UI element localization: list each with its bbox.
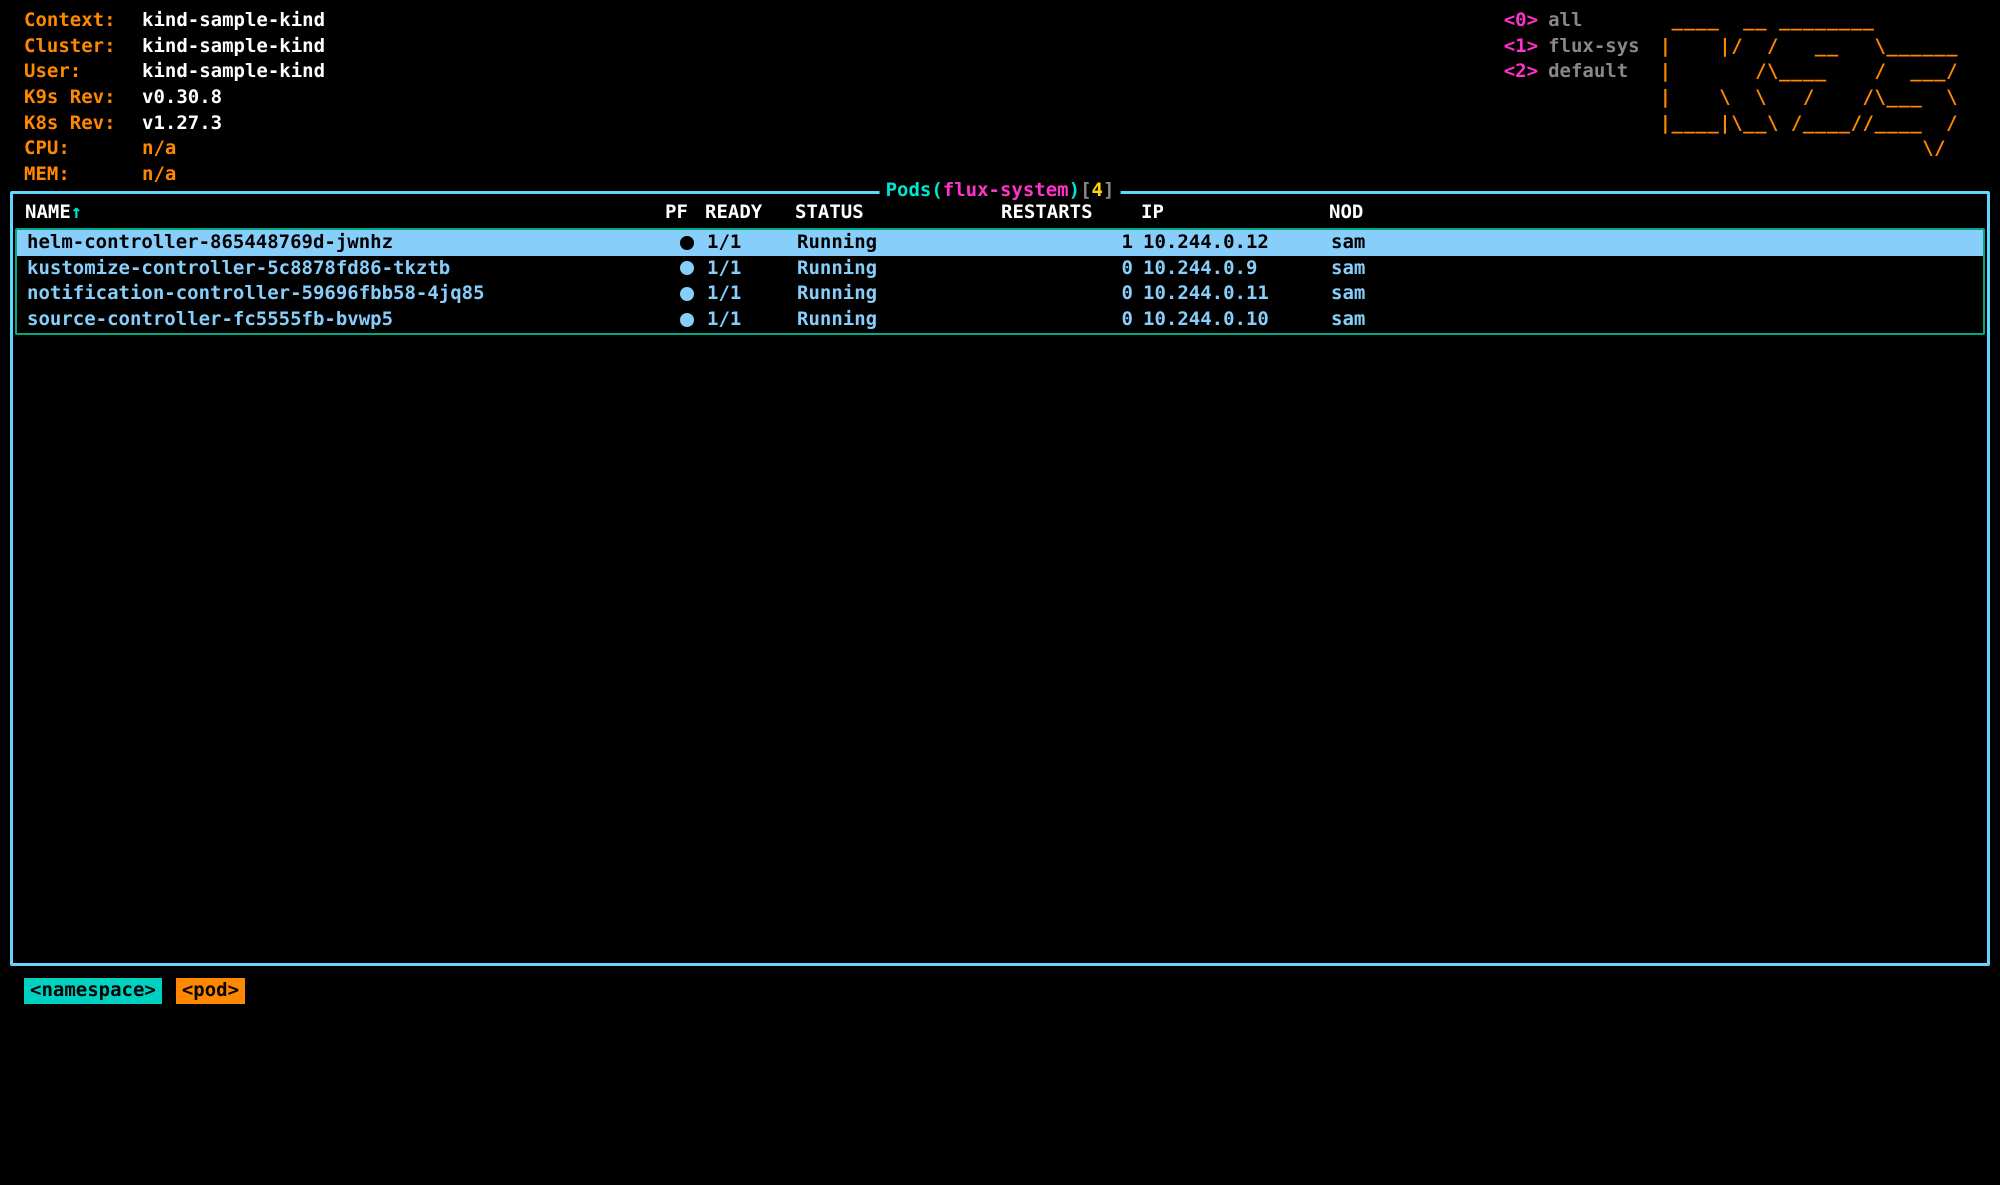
k9s-rev-value: v0.30.8 (142, 85, 222, 111)
cell-name: helm-controller-865448769d-jwnhz (27, 230, 667, 256)
breadcrumb-footer: <namespace> <pod> (10, 978, 1990, 1004)
pods-pane[interactable]: Pods(flux-system)[4] NAME↑ PF READY STAT… (10, 191, 1990, 966)
cluster-value: kind-sample-kind (142, 34, 325, 60)
pf-dot-icon (680, 236, 694, 250)
cell-pf (667, 256, 707, 282)
context-row: Context:kind-sample-kind (24, 8, 325, 34)
pane-title-namespace: flux-system (943, 178, 1069, 204)
crumb-pod[interactable]: <pod> (176, 978, 245, 1004)
table-header: NAME↑ PF READY STATUS RESTARTS IP NOD (13, 200, 1987, 226)
k9s-rev-row: K9s Rev:v0.30.8 (24, 85, 325, 111)
cell-ip: 10.244.0.11 (1143, 281, 1331, 307)
namespace-shortcut[interactable]: <1>flux-sys (1484, 34, 1640, 60)
cell-node: sam (1331, 256, 1391, 282)
cell-ready: 1/1 (707, 230, 797, 256)
context-label: Context: (24, 8, 142, 34)
k9s-logo: ____ __ ________ | |/ / __ \______ | /\_… (1660, 8, 1970, 187)
user-row: User:kind-sample-kind (24, 59, 325, 85)
pane-title: Pods(flux-system)[4] (880, 178, 1121, 204)
cell-pf (667, 230, 707, 256)
table-row[interactable]: notification-controller-59696fbb58-4jq85… (17, 281, 1983, 307)
table-body: helm-controller-865448769d-jwnhz1/1Runni… (15, 228, 1985, 335)
namespace-shortcuts: <0>all<1>flux-sys<2>default ____ __ ____… (1484, 8, 1990, 187)
cell-ip: 10.244.0.12 (1143, 230, 1331, 256)
table-row[interactable]: kustomize-controller-5c8878fd86-tkztb 1/1… (17, 256, 1983, 282)
k9s-rev-label: K9s Rev: (24, 85, 142, 111)
cell-node: sam (1331, 281, 1391, 307)
k8s-rev-label: K8s Rev: (24, 111, 142, 137)
cell-pf (667, 281, 707, 307)
col-pf[interactable]: PF (665, 200, 705, 226)
namespace-label: default (1538, 59, 1628, 85)
k8s-rev-value: v1.27.3 (142, 111, 222, 137)
namespace-key: <0> (1484, 8, 1538, 34)
col-ready[interactable]: READY (705, 200, 795, 226)
cell-ready: 1/1 (707, 256, 797, 282)
col-ip[interactable]: IP (1141, 200, 1329, 226)
cell-status: Running (797, 256, 1003, 282)
cell-restarts: 0 (1003, 281, 1143, 307)
cell-status: Running (797, 281, 1003, 307)
user-value: kind-sample-kind (142, 59, 325, 85)
cluster-label: Cluster: (24, 34, 142, 60)
pane-title-close-paren: ) (1069, 178, 1080, 204)
namespace-shortcut[interactable]: <2>default (1484, 59, 1640, 85)
crumb-namespace[interactable]: <namespace> (24, 978, 162, 1004)
col-name[interactable]: NAME↑ (25, 200, 665, 226)
namespace-shortcut[interactable]: <0>all (1484, 8, 1640, 34)
cell-status: Running (797, 307, 1003, 333)
cell-name: source-controller-fc5555fb-bvwp5 (27, 307, 667, 333)
pane-title-resource: Pods( (886, 178, 943, 204)
cell-name: kustomize-controller-5c8878fd86-tkztb (27, 256, 667, 282)
cpu-row: CPU:n/a (24, 136, 325, 162)
cell-restarts: 0 (1003, 256, 1143, 282)
cluster-info-block: Context:kind-sample-kind Cluster:kind-sa… (10, 8, 325, 187)
cell-node: sam (1331, 307, 1391, 333)
pane-title-rbrack: ] (1103, 178, 1114, 204)
mem-value: n/a (142, 162, 176, 188)
pane-title-lbrack: [ (1080, 178, 1091, 204)
context-value: kind-sample-kind (142, 8, 325, 34)
k8s-rev-row: K8s Rev:v1.27.3 (24, 111, 325, 137)
cell-name: notification-controller-59696fbb58-4jq85 (27, 281, 667, 307)
pods-pane-wrap: Pods(flux-system)[4] NAME↑ PF READY STAT… (10, 191, 1990, 966)
cell-ready: 1/1 (707, 281, 797, 307)
cell-status: Running (797, 230, 1003, 256)
col-node[interactable]: NOD (1329, 200, 1389, 226)
col-restarts[interactable]: RESTARTS (1001, 200, 1141, 226)
user-label: User: (24, 59, 142, 85)
table-row[interactable]: source-controller-fc5555fb-bvwp5 1/1Runni… (17, 307, 1983, 333)
mem-row: MEM:n/a (24, 162, 325, 188)
cell-ip: 10.244.0.10 (1143, 307, 1331, 333)
header-area: Context:kind-sample-kind Cluster:kind-sa… (10, 8, 1990, 187)
pf-dot-icon (680, 261, 694, 275)
cpu-label: CPU: (24, 136, 142, 162)
col-status[interactable]: STATUS (795, 200, 1001, 226)
namespace-key: <2> (1484, 59, 1538, 85)
pane-title-count: 4 (1092, 178, 1103, 204)
namespace-key: <1> (1484, 34, 1538, 60)
table-row[interactable]: helm-controller-865448769d-jwnhz 1/1Runni… (17, 230, 1983, 256)
namespace-label: flux-sys (1538, 34, 1640, 60)
pf-dot-icon (680, 287, 694, 301)
sort-arrow-icon: ↑ (71, 201, 82, 223)
cell-ip: 10.244.0.9 (1143, 256, 1331, 282)
mem-label: MEM: (24, 162, 142, 188)
cell-ready: 1/1 (707, 307, 797, 333)
cell-restarts: 0 (1003, 307, 1143, 333)
cell-node: sam (1331, 230, 1391, 256)
namespace-label: all (1538, 8, 1582, 34)
cluster-row: Cluster:kind-sample-kind (24, 34, 325, 60)
pf-dot-icon (680, 313, 694, 327)
cell-restarts: 1 (1003, 230, 1143, 256)
cell-pf (667, 307, 707, 333)
cpu-value: n/a (142, 136, 176, 162)
